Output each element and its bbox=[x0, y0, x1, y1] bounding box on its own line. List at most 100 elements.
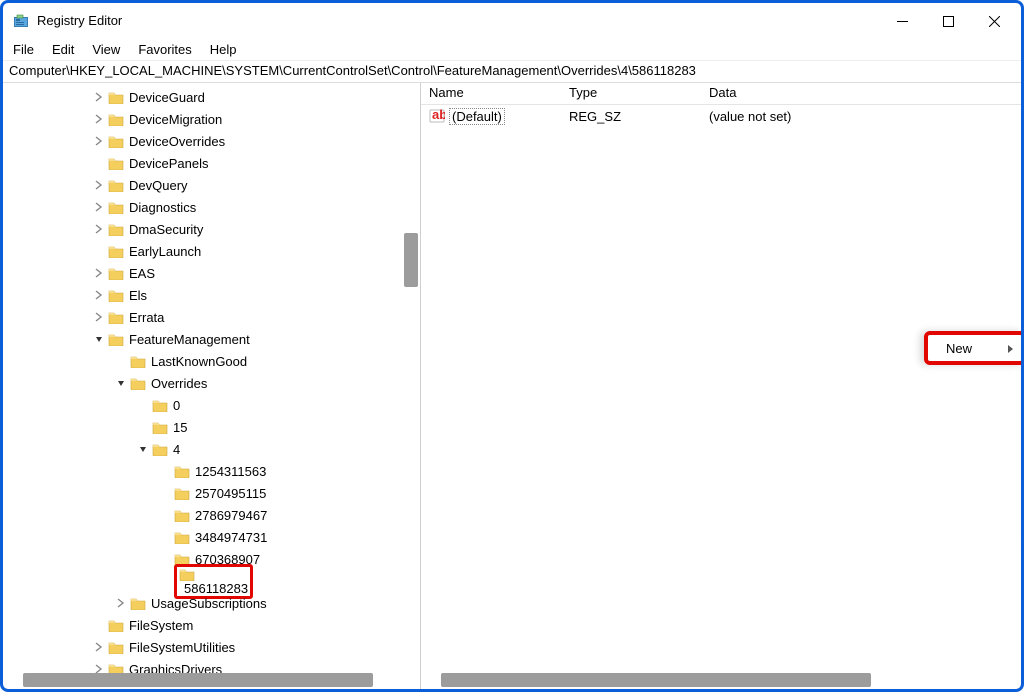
tree-item[interactable]: EarlyLaunch bbox=[3, 240, 420, 262]
chevron-right-icon bbox=[159, 465, 171, 477]
folder-icon bbox=[174, 530, 190, 544]
chevron-down-icon[interactable] bbox=[115, 377, 127, 389]
values-hscrollbar[interactable] bbox=[441, 673, 871, 687]
chevron-right-icon bbox=[115, 355, 127, 367]
tree-item[interactable]: 2570495115 bbox=[3, 482, 420, 504]
chevron-right-icon[interactable] bbox=[93, 641, 105, 653]
address-bar[interactable]: Computer\HKEY_LOCAL_MACHINE\SYSTEM\Curre… bbox=[3, 61, 1021, 83]
tree-item-label: 1254311563 bbox=[195, 464, 266, 479]
tree-item-label: DeviceGuard bbox=[129, 90, 205, 105]
col-data[interactable]: Data bbox=[701, 83, 1021, 104]
tree-item[interactable]: Errata bbox=[3, 306, 420, 328]
folder-icon bbox=[108, 244, 124, 258]
tree-hscrollbar[interactable] bbox=[23, 673, 373, 687]
tree-item[interactable]: 0 bbox=[3, 394, 420, 416]
tree-item[interactable]: DevicePanels bbox=[3, 152, 420, 174]
folder-icon bbox=[152, 398, 168, 412]
chevron-right-icon[interactable] bbox=[93, 223, 105, 235]
tree-item[interactable]: UsageSubscriptions bbox=[3, 592, 420, 614]
menu-favorites[interactable]: Favorites bbox=[138, 42, 191, 57]
tree-item-label: FileSystem bbox=[129, 618, 193, 633]
string-value-icon: ab bbox=[429, 109, 445, 123]
tree-item-label: 2570495115 bbox=[195, 486, 266, 501]
tree-scrollbar-thumb[interactable] bbox=[404, 233, 418, 287]
chevron-right-icon bbox=[159, 575, 171, 587]
tree-item-label: DeviceMigration bbox=[129, 112, 222, 127]
chevron-right-icon[interactable] bbox=[93, 311, 105, 323]
folder-icon bbox=[179, 567, 248, 581]
chevron-right-icon bbox=[159, 531, 171, 543]
chevron-down-icon[interactable] bbox=[93, 333, 105, 345]
chevron-down-icon[interactable] bbox=[137, 443, 149, 455]
chevron-right-icon[interactable] bbox=[93, 135, 105, 147]
col-type[interactable]: Type bbox=[561, 83, 701, 104]
context-new-item[interactable]: New bbox=[924, 331, 1021, 365]
tree-item[interactable]: DeviceOverrides bbox=[3, 130, 420, 152]
folder-icon bbox=[152, 420, 168, 434]
folder-icon bbox=[174, 464, 190, 478]
tree-item-label: 2786979467 bbox=[195, 508, 267, 523]
chevron-right-icon[interactable] bbox=[115, 597, 127, 609]
tree-item-label: Errata bbox=[129, 310, 164, 325]
col-name[interactable]: Name bbox=[421, 83, 561, 104]
close-button[interactable] bbox=[971, 7, 1017, 35]
menu-view[interactable]: View bbox=[92, 42, 120, 57]
window-title: Registry Editor bbox=[37, 3, 879, 39]
tree-item[interactable]: FileSystemUtilities bbox=[3, 636, 420, 658]
tree-item-label: 586118283 bbox=[184, 581, 248, 596]
tree-item-label: DevicePanels bbox=[129, 156, 209, 171]
folder-icon bbox=[108, 222, 124, 236]
maximize-button[interactable] bbox=[925, 7, 971, 35]
tree-item[interactable]: 15 bbox=[3, 416, 420, 438]
tree-item-label: LastKnownGood bbox=[151, 354, 247, 369]
tree-item-label: 0 bbox=[173, 398, 180, 413]
values-header: Name Type Data bbox=[421, 83, 1021, 105]
chevron-right-icon[interactable] bbox=[93, 91, 105, 103]
chevron-right-icon bbox=[159, 487, 171, 499]
chevron-right-icon[interactable] bbox=[93, 267, 105, 279]
tree-item[interactable]: DeviceMigration bbox=[3, 108, 420, 130]
value-row[interactable]: ab (Default) REG_SZ (value not set) bbox=[421, 105, 1021, 127]
menu-file[interactable]: File bbox=[13, 42, 34, 57]
context-new-label: New bbox=[946, 341, 972, 356]
tree-item[interactable]: DeviceGuard bbox=[3, 86, 420, 108]
tree-item[interactable]: DevQuery bbox=[3, 174, 420, 196]
values-pane: Name Type Data ab (Default) REG_SZ (valu… bbox=[421, 83, 1021, 689]
tree-item[interactable]: EAS bbox=[3, 262, 420, 284]
chevron-right-icon[interactable] bbox=[93, 201, 105, 213]
menu-help[interactable]: Help bbox=[210, 42, 237, 57]
folder-icon bbox=[108, 266, 124, 280]
chevron-right-icon bbox=[137, 421, 149, 433]
folder-icon bbox=[130, 354, 146, 368]
chevron-right-icon[interactable] bbox=[93, 113, 105, 125]
tree-item[interactable]: 586118283 bbox=[3, 570, 420, 592]
tree-item-label: FeatureManagement bbox=[129, 332, 250, 347]
tree-item-label: DmaSecurity bbox=[129, 222, 203, 237]
regedit-icon bbox=[13, 13, 29, 29]
svg-text:ab: ab bbox=[432, 109, 445, 122]
tree-item[interactable]: 2786979467 bbox=[3, 504, 420, 526]
folder-icon bbox=[152, 442, 168, 456]
tree-item[interactable]: Els bbox=[3, 284, 420, 306]
tree-scrollbar[interactable] bbox=[404, 83, 418, 689]
chevron-right-icon bbox=[93, 157, 105, 169]
tree-item[interactable]: FileSystem bbox=[3, 614, 420, 636]
tree-item-label: 3484974731 bbox=[195, 530, 267, 545]
tree-item[interactable]: 1254311563 bbox=[3, 460, 420, 482]
tree-item[interactable]: DmaSecurity bbox=[3, 218, 420, 240]
folder-icon bbox=[108, 332, 124, 346]
chevron-right-icon[interactable] bbox=[93, 179, 105, 191]
tree-item[interactable]: 4 bbox=[3, 438, 420, 460]
tree-item[interactable]: Overrides bbox=[3, 372, 420, 394]
tree-item[interactable]: LastKnownGood bbox=[3, 350, 420, 372]
value-name: (Default) bbox=[449, 108, 505, 125]
minimize-button[interactable] bbox=[879, 7, 925, 35]
titlebar: Registry Editor bbox=[3, 3, 1021, 39]
menu-edit[interactable]: Edit bbox=[52, 42, 74, 57]
content-split: DeviceGuard DeviceMigration DeviceOverride… bbox=[3, 83, 1021, 689]
chevron-right-icon[interactable] bbox=[93, 289, 105, 301]
tree-item-label: UsageSubscriptions bbox=[151, 596, 267, 611]
tree-item[interactable]: FeatureManagement bbox=[3, 328, 420, 350]
tree-item[interactable]: Diagnostics bbox=[3, 196, 420, 218]
tree-item[interactable]: 3484974731 bbox=[3, 526, 420, 548]
